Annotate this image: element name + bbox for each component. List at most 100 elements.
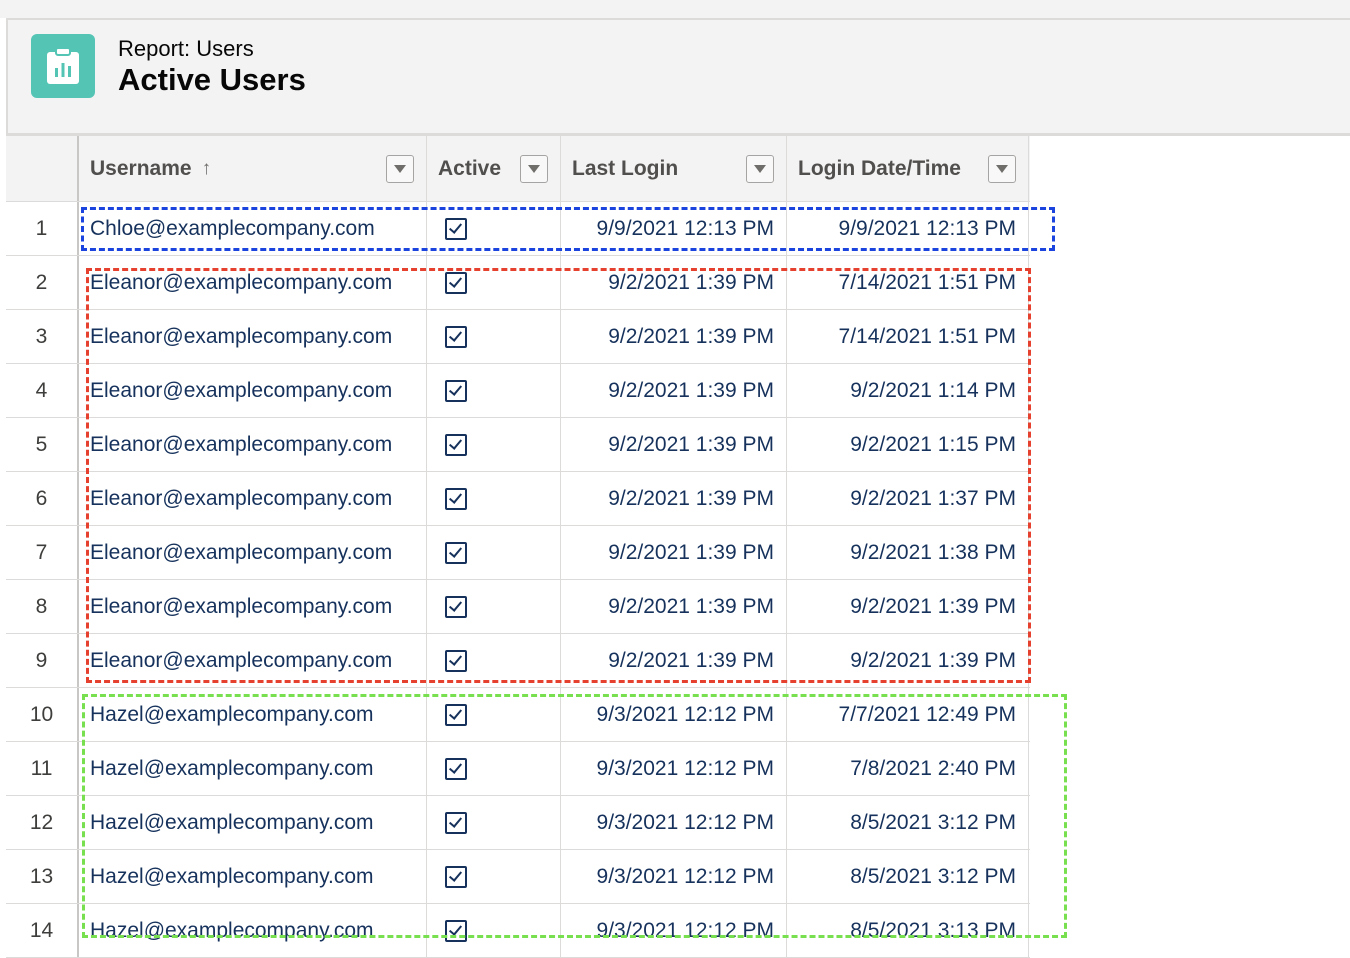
username-cell[interactable]: Hazel@examplecompany.com <box>79 742 427 795</box>
username-cell[interactable]: Hazel@examplecompany.com <box>79 850 427 903</box>
checked-checkbox-icon <box>445 649 467 672</box>
username-cell[interactable]: Eleanor@examplecompany.com <box>79 418 427 471</box>
active-cell <box>427 742 561 795</box>
username-cell[interactable]: Eleanor@examplecompany.com <box>79 526 427 579</box>
username-cell[interactable]: Hazel@examplecompany.com <box>79 688 427 741</box>
username-cell[interactable]: Eleanor@examplecompany.com <box>79 634 427 687</box>
table-row[interactable]: 7 Eleanor@examplecompany.com 9/2/2021 1:39… <box>6 526 1030 580</box>
report-type-label: Report: Users <box>118 36 254 61</box>
last-login-cell[interactable]: 9/2/2021 1:39 PM <box>561 526 787 579</box>
active-cell <box>427 364 561 417</box>
table-row[interactable]: 6 Eleanor@examplecompany.com 9/2/2021 1:39… <box>6 472 1030 526</box>
last-login-cell[interactable]: 9/3/2021 12:12 PM <box>561 688 787 741</box>
column-menu-last-login-button[interactable] <box>746 155 774 183</box>
checked-checkbox-icon <box>445 811 467 834</box>
row-number: 10 <box>6 688 79 741</box>
login-datetime-cell[interactable]: 8/5/2021 3:12 PM <box>787 850 1029 903</box>
active-cell <box>427 634 561 687</box>
login-datetime-cell[interactable]: 7/7/2021 12:49 PM <box>787 688 1029 741</box>
username-cell[interactable]: Eleanor@examplecompany.com <box>79 472 427 525</box>
last-login-cell[interactable]: 9/3/2021 12:12 PM <box>561 742 787 795</box>
table-row[interactable]: 2 Eleanor@examplecompany.com 9/2/2021 1:39… <box>6 256 1030 310</box>
table-row[interactable]: 8 Eleanor@examplecompany.com 9/2/2021 1:39… <box>6 580 1030 634</box>
login-datetime-cell[interactable]: 7/14/2021 1:51 PM <box>787 256 1029 309</box>
checked-checkbox-icon <box>445 379 467 402</box>
checked-checkbox-icon <box>445 757 467 780</box>
row-number: 3 <box>6 310 79 363</box>
table-row[interactable]: 10 Hazel@examplecompany.com 9/3/2021 12:12… <box>6 688 1030 742</box>
table-row[interactable]: 3 Eleanor@examplecompany.com 9/2/2021 1:39… <box>6 310 1030 364</box>
last-login-cell[interactable]: 9/3/2021 12:12 PM <box>561 850 787 903</box>
column-menu-active-button[interactable] <box>520 155 548 183</box>
top-strip <box>0 0 1350 18</box>
row-number: 12 <box>6 796 79 849</box>
column-menu-login-datetime-button[interactable] <box>988 155 1016 183</box>
last-login-cell[interactable]: 9/9/2021 12:13 PM <box>561 202 787 255</box>
username-cell[interactable]: Eleanor@examplecompany.com <box>79 310 427 363</box>
table-row[interactable]: 11 Hazel@examplecompany.com 9/3/2021 12:12… <box>6 742 1030 796</box>
table-row[interactable]: 5 Eleanor@examplecompany.com 9/2/2021 1:39… <box>6 418 1030 472</box>
row-number: 7 <box>6 526 79 579</box>
column-header-username[interactable]: Username ↑ <box>79 136 427 201</box>
table-body: 1 Chloe@examplecompany.com 9/9/2021 12:13 … <box>6 202 1030 958</box>
table-row[interactable]: 12 Hazel@examplecompany.com 9/3/2021 12:12… <box>6 796 1030 850</box>
username-cell[interactable]: Eleanor@examplecompany.com <box>79 364 427 417</box>
active-cell <box>427 796 561 849</box>
sort-ascending-icon: ↑ <box>201 157 212 179</box>
checked-checkbox-icon <box>445 865 467 888</box>
active-cell <box>427 202 561 255</box>
last-login-cell[interactable]: 9/2/2021 1:39 PM <box>561 634 787 687</box>
username-cell[interactable]: Hazel@examplecompany.com <box>79 904 427 957</box>
checked-checkbox-icon <box>445 595 467 618</box>
column-header-login-datetime[interactable]: Login Date/Time <box>787 136 1029 201</box>
last-login-cell[interactable]: 9/3/2021 12:12 PM <box>561 796 787 849</box>
username-cell[interactable]: Chloe@examplecompany.com <box>79 202 427 255</box>
checked-checkbox-icon <box>445 919 467 942</box>
login-datetime-cell[interactable]: 9/2/2021 1:37 PM <box>787 472 1029 525</box>
row-number: 6 <box>6 472 79 525</box>
table-row[interactable]: 1 Chloe@examplecompany.com 9/9/2021 12:13 … <box>6 202 1030 256</box>
active-cell <box>427 526 561 579</box>
login-datetime-cell[interactable]: 9/2/2021 1:39 PM <box>787 634 1029 687</box>
login-datetime-cell[interactable]: 9/2/2021 1:39 PM <box>787 580 1029 633</box>
report-header: Report: Users Active Users <box>6 18 1350 136</box>
active-cell <box>427 580 561 633</box>
active-cell <box>427 472 561 525</box>
checked-checkbox-icon <box>445 541 467 564</box>
active-cell <box>427 904 561 957</box>
column-header-last-login[interactable]: Last Login <box>561 136 787 201</box>
username-cell[interactable]: Eleanor@examplecompany.com <box>79 256 427 309</box>
checked-checkbox-icon <box>445 217 467 240</box>
last-login-cell[interactable]: 9/2/2021 1:39 PM <box>561 256 787 309</box>
last-login-cell[interactable]: 9/2/2021 1:39 PM <box>561 580 787 633</box>
last-login-cell[interactable]: 9/2/2021 1:39 PM <box>561 472 787 525</box>
last-login-cell[interactable]: 9/2/2021 1:39 PM <box>561 418 787 471</box>
login-datetime-cell[interactable]: 7/14/2021 1:51 PM <box>787 310 1029 363</box>
username-cell[interactable]: Hazel@examplecompany.com <box>79 796 427 849</box>
last-login-cell[interactable]: 9/2/2021 1:39 PM <box>561 364 787 417</box>
last-login-cell[interactable]: 9/3/2021 12:12 PM <box>561 904 787 957</box>
table-row[interactable]: 14 Hazel@examplecompany.com 9/3/2021 12:12… <box>6 904 1030 958</box>
login-datetime-cell[interactable]: 7/8/2021 2:40 PM <box>787 742 1029 795</box>
login-datetime-cell[interactable]: 9/2/2021 1:38 PM <box>787 526 1029 579</box>
row-number: 8 <box>6 580 79 633</box>
table-row[interactable]: 13 Hazel@examplecompany.com 9/3/2021 12:12… <box>6 850 1030 904</box>
login-datetime-cell[interactable]: 9/9/2021 12:13 PM <box>787 202 1029 255</box>
login-datetime-cell[interactable]: 9/2/2021 1:15 PM <box>787 418 1029 471</box>
table-header-row: Username ↑ Active Last Login Login Date/… <box>6 136 1030 202</box>
column-header-active[interactable]: Active <box>427 136 561 201</box>
last-login-cell[interactable]: 9/2/2021 1:39 PM <box>561 310 787 363</box>
login-datetime-cell[interactable]: 8/5/2021 3:12 PM <box>787 796 1029 849</box>
column-label-login-datetime: Login Date/Time <box>798 156 961 180</box>
login-datetime-cell[interactable]: 8/5/2021 3:13 PM <box>787 904 1029 957</box>
report-icon <box>31 34 95 98</box>
login-datetime-cell[interactable]: 9/2/2021 1:14 PM <box>787 364 1029 417</box>
row-number: 13 <box>6 850 79 903</box>
column-menu-username-button[interactable] <box>386 155 414 183</box>
table-row[interactable]: 9 Eleanor@examplecompany.com 9/2/2021 1:39… <box>6 634 1030 688</box>
active-cell <box>427 310 561 363</box>
username-cell[interactable]: Eleanor@examplecompany.com <box>79 580 427 633</box>
table-row[interactable]: 4 Eleanor@examplecompany.com 9/2/2021 1:39… <box>6 364 1030 418</box>
active-cell <box>427 850 561 903</box>
checked-checkbox-icon <box>445 433 467 456</box>
